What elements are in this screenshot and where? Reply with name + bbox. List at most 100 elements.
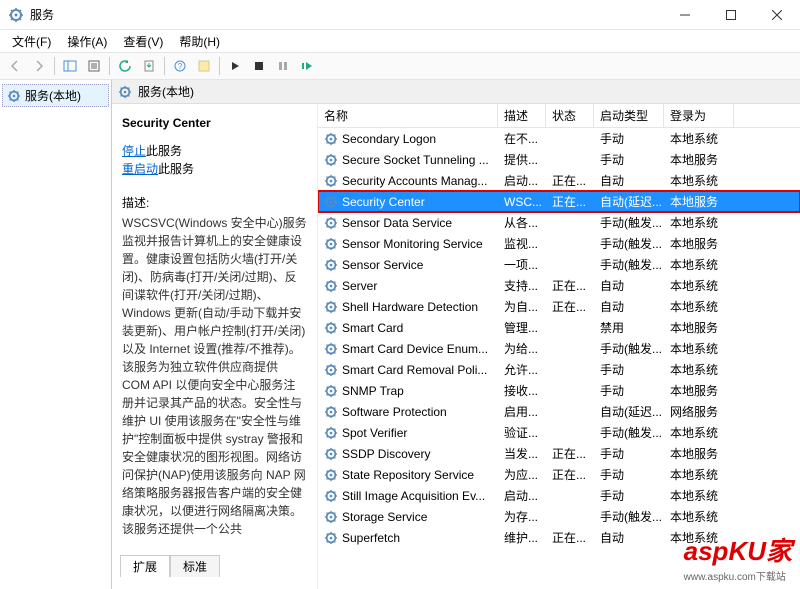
gear-icon bbox=[324, 258, 338, 272]
list-row[interactable]: Superfetch维护...正在...自动本地系统 bbox=[318, 527, 800, 548]
stop-service-button[interactable] bbox=[248, 55, 270, 77]
cell-desc: 一项... bbox=[498, 256, 546, 273]
refresh-button[interactable] bbox=[114, 55, 136, 77]
description-label: 描述: bbox=[122, 194, 307, 212]
list-row[interactable]: Software Protection启用...自动(延迟...网络服务 bbox=[318, 401, 800, 422]
minimize-button[interactable] bbox=[662, 0, 708, 30]
cell-logon: 本地系统 bbox=[664, 508, 734, 525]
cell-name: Shell Hardware Detection bbox=[342, 300, 478, 314]
cell-startup: 手动 bbox=[594, 487, 664, 504]
tree-root[interactable]: 服务(本地) bbox=[2, 84, 109, 107]
app-icon bbox=[8, 7, 24, 23]
list-row[interactable]: Security Accounts Manag...启动...正在...自动本地… bbox=[318, 170, 800, 191]
back-button[interactable] bbox=[4, 55, 26, 77]
cell-logon: 本地系统 bbox=[664, 298, 734, 315]
col-startup[interactable]: 启动类型 bbox=[594, 104, 664, 127]
col-status[interactable]: 状态 bbox=[546, 104, 594, 127]
menu-action[interactable]: 操作(A) bbox=[59, 31, 115, 52]
help-button[interactable]: ? bbox=[169, 55, 191, 77]
pause-service-button[interactable] bbox=[272, 55, 294, 77]
cell-name: Security Center bbox=[342, 195, 425, 209]
cell-desc: 为应... bbox=[498, 466, 546, 483]
cell-name: Spot Verifier bbox=[342, 426, 407, 440]
cell-logon: 本地系统 bbox=[664, 424, 734, 441]
separator bbox=[109, 57, 110, 75]
list-row[interactable]: Still Image Acquisition Ev...启动...手动本地系统 bbox=[318, 485, 800, 506]
cell-logon: 本地服务 bbox=[664, 319, 734, 336]
cell-name: SSDP Discovery bbox=[342, 447, 430, 461]
menu-help[interactable]: 帮助(H) bbox=[171, 31, 228, 52]
list-row[interactable]: Server支持...正在...自动本地系统 bbox=[318, 275, 800, 296]
cell-desc: 监视... bbox=[498, 235, 546, 252]
close-button[interactable] bbox=[754, 0, 800, 30]
list-row[interactable]: Sensor Service一项...手动(触发...本地系统 bbox=[318, 254, 800, 275]
show-hide-button[interactable] bbox=[59, 55, 81, 77]
cell-logon: 本地系统 bbox=[664, 466, 734, 483]
list-row[interactable]: Storage Service为存...手动(触发...本地系统 bbox=[318, 506, 800, 527]
gear-icon bbox=[324, 132, 338, 146]
restart-suffix: 此服务 bbox=[158, 162, 194, 176]
gear-icon bbox=[324, 363, 338, 377]
cell-startup: 自动 bbox=[594, 172, 664, 189]
list-row[interactable]: Smart Card Device Enum...为给...手动(触发...本地… bbox=[318, 338, 800, 359]
menu-view[interactable]: 查看(V) bbox=[115, 31, 171, 52]
cell-desc: 为给... bbox=[498, 340, 546, 357]
restart-service-button[interactable] bbox=[296, 55, 318, 77]
list-row[interactable]: Smart Card Removal Poli...允许...手动本地系统 bbox=[318, 359, 800, 380]
cell-name: Secondary Logon bbox=[342, 132, 436, 146]
list-row[interactable]: State Repository Service为应...正在...手动本地系统 bbox=[318, 464, 800, 485]
list-row[interactable]: Security CenterWSC...正在...自动(延迟...本地服务 bbox=[318, 191, 800, 212]
cell-status: 正在... bbox=[546, 466, 594, 483]
list-body[interactable]: Secondary Logon在不...手动本地系统Secure Socket … bbox=[318, 128, 800, 589]
list-row[interactable]: Sensor Data Service从各...手动(触发...本地系统 bbox=[318, 212, 800, 233]
help2-button[interactable] bbox=[193, 55, 215, 77]
cell-logon: 本地系统 bbox=[664, 361, 734, 378]
gear-icon bbox=[324, 426, 338, 440]
maximize-button[interactable] bbox=[708, 0, 754, 30]
properties-button[interactable] bbox=[83, 55, 105, 77]
list-row[interactable]: Spot Verifier验证...手动(触发...本地系统 bbox=[318, 422, 800, 443]
stop-link[interactable]: 停止 bbox=[122, 144, 146, 158]
cell-startup: 自动 bbox=[594, 298, 664, 315]
list-row[interactable]: SNMP Trap接收...手动本地服务 bbox=[318, 380, 800, 401]
export-button[interactable] bbox=[138, 55, 160, 77]
tab-standard[interactable]: 标准 bbox=[170, 555, 220, 577]
cell-logon: 本地服务 bbox=[664, 382, 734, 399]
stop-suffix: 此服务 bbox=[146, 144, 182, 158]
cell-logon: 本地系统 bbox=[664, 529, 734, 546]
cell-startup: 自动 bbox=[594, 277, 664, 294]
gear-icon bbox=[324, 153, 338, 167]
cell-logon: 本地服务 bbox=[664, 151, 734, 168]
restart-link[interactable]: 重启动 bbox=[122, 162, 158, 176]
cell-desc: 为存... bbox=[498, 508, 546, 525]
cell-status: 正在... bbox=[546, 445, 594, 462]
cell-startup: 手动 bbox=[594, 382, 664, 399]
menu-file[interactable]: 文件(F) bbox=[4, 31, 59, 52]
cell-startup: 手动(触发... bbox=[594, 214, 664, 231]
col-desc[interactable]: 描述 bbox=[498, 104, 546, 127]
start-service-button[interactable] bbox=[224, 55, 246, 77]
cell-name: Storage Service bbox=[342, 510, 427, 524]
gear-icon bbox=[7, 89, 21, 103]
list-row[interactable]: Sensor Monitoring Service监视...手动(触发...本地… bbox=[318, 233, 800, 254]
cell-startup: 手动 bbox=[594, 130, 664, 147]
list-row[interactable]: SSDP Discovery当发...正在...手动本地服务 bbox=[318, 443, 800, 464]
list-row[interactable]: Smart Card管理...禁用本地服务 bbox=[318, 317, 800, 338]
gear-icon bbox=[324, 300, 338, 314]
tree-root-label: 服务(本地) bbox=[25, 87, 81, 104]
separator bbox=[54, 57, 55, 75]
forward-button[interactable] bbox=[28, 55, 50, 77]
cell-desc: 启动... bbox=[498, 487, 546, 504]
col-logon[interactable]: 登录为 bbox=[664, 104, 734, 127]
gear-icon bbox=[324, 237, 338, 251]
list-row[interactable]: Secondary Logon在不...手动本地系统 bbox=[318, 128, 800, 149]
gear-icon bbox=[324, 531, 338, 545]
cell-name: Still Image Acquisition Ev... bbox=[342, 489, 485, 503]
tab-extended[interactable]: 扩展 bbox=[120, 555, 170, 577]
col-name[interactable]: 名称 bbox=[318, 104, 498, 127]
cell-logon: 本地服务 bbox=[664, 193, 734, 210]
menubar: 文件(F) 操作(A) 查看(V) 帮助(H) bbox=[0, 30, 800, 52]
list-row[interactable]: Secure Socket Tunneling ...提供...手动本地服务 bbox=[318, 149, 800, 170]
list-row[interactable]: Shell Hardware Detection为自...正在...自动本地系统 bbox=[318, 296, 800, 317]
tabs: 扩展 标准 bbox=[120, 555, 220, 577]
